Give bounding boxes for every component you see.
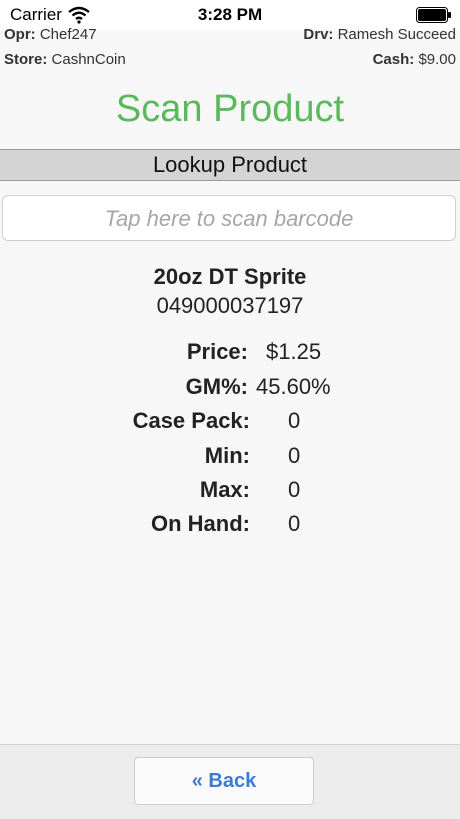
detail-row-price: Price: $1.25 xyxy=(0,339,460,369)
price-label: Price: xyxy=(186,339,248,364)
max-label: Max: xyxy=(199,477,250,502)
operator-label: Opr: xyxy=(4,26,36,43)
on-hand-value: 0 xyxy=(288,511,301,536)
status-time: 3:28 PM xyxy=(197,5,263,24)
detail-row-gm: GM%: 45.60% xyxy=(0,374,460,404)
gm-label: GM%: xyxy=(185,374,248,399)
detail-row-max: Max: 0 xyxy=(0,477,460,507)
detail-row-on-hand: On Hand: 0 xyxy=(0,511,460,541)
cash-label: Cash: xyxy=(372,51,415,68)
driver-value: Ramesh Succeed xyxy=(337,26,456,43)
footer-bar: « Back xyxy=(0,744,460,819)
detail-row-case-pack: Case Pack: 0 xyxy=(0,408,460,438)
driver-info: Drv: Ramesh Succeed xyxy=(303,26,456,43)
section-header-lookup-product: Lookup Product xyxy=(0,149,460,181)
store-label: Store: xyxy=(4,51,48,68)
store-value: CashnCoin xyxy=(51,51,126,68)
min-label: Min: xyxy=(204,443,250,468)
product-upc: 049000037197 xyxy=(156,293,304,318)
price-value: $1.25 xyxy=(266,339,322,364)
case-pack-label: Case Pack: xyxy=(132,408,250,433)
battery-icon xyxy=(416,7,451,23)
cash-value: $9.00 xyxy=(418,51,456,68)
operator-value: Chef247 xyxy=(39,26,97,43)
detail-row-min: Min: 0 xyxy=(0,443,460,473)
barcode-scan-input[interactable]: Tap here to scan barcode xyxy=(2,195,456,241)
min-value: 0 xyxy=(288,443,301,468)
max-value: 0 xyxy=(288,477,301,502)
back-button[interactable]: « Back xyxy=(134,757,314,805)
driver-label: Drv: xyxy=(303,26,334,43)
operator-info: Opr: Chef247 xyxy=(4,26,97,43)
cash-info: Cash: $9.00 xyxy=(373,51,456,68)
on-hand-label: On Hand: xyxy=(151,511,250,536)
case-pack-value: 0 xyxy=(288,408,301,433)
store-info: Store: CashnCoin xyxy=(4,51,126,68)
page-title: Scan Product xyxy=(115,88,345,130)
product-name: 20oz DT Sprite xyxy=(153,264,307,289)
gm-value: 45.60% xyxy=(256,374,331,399)
